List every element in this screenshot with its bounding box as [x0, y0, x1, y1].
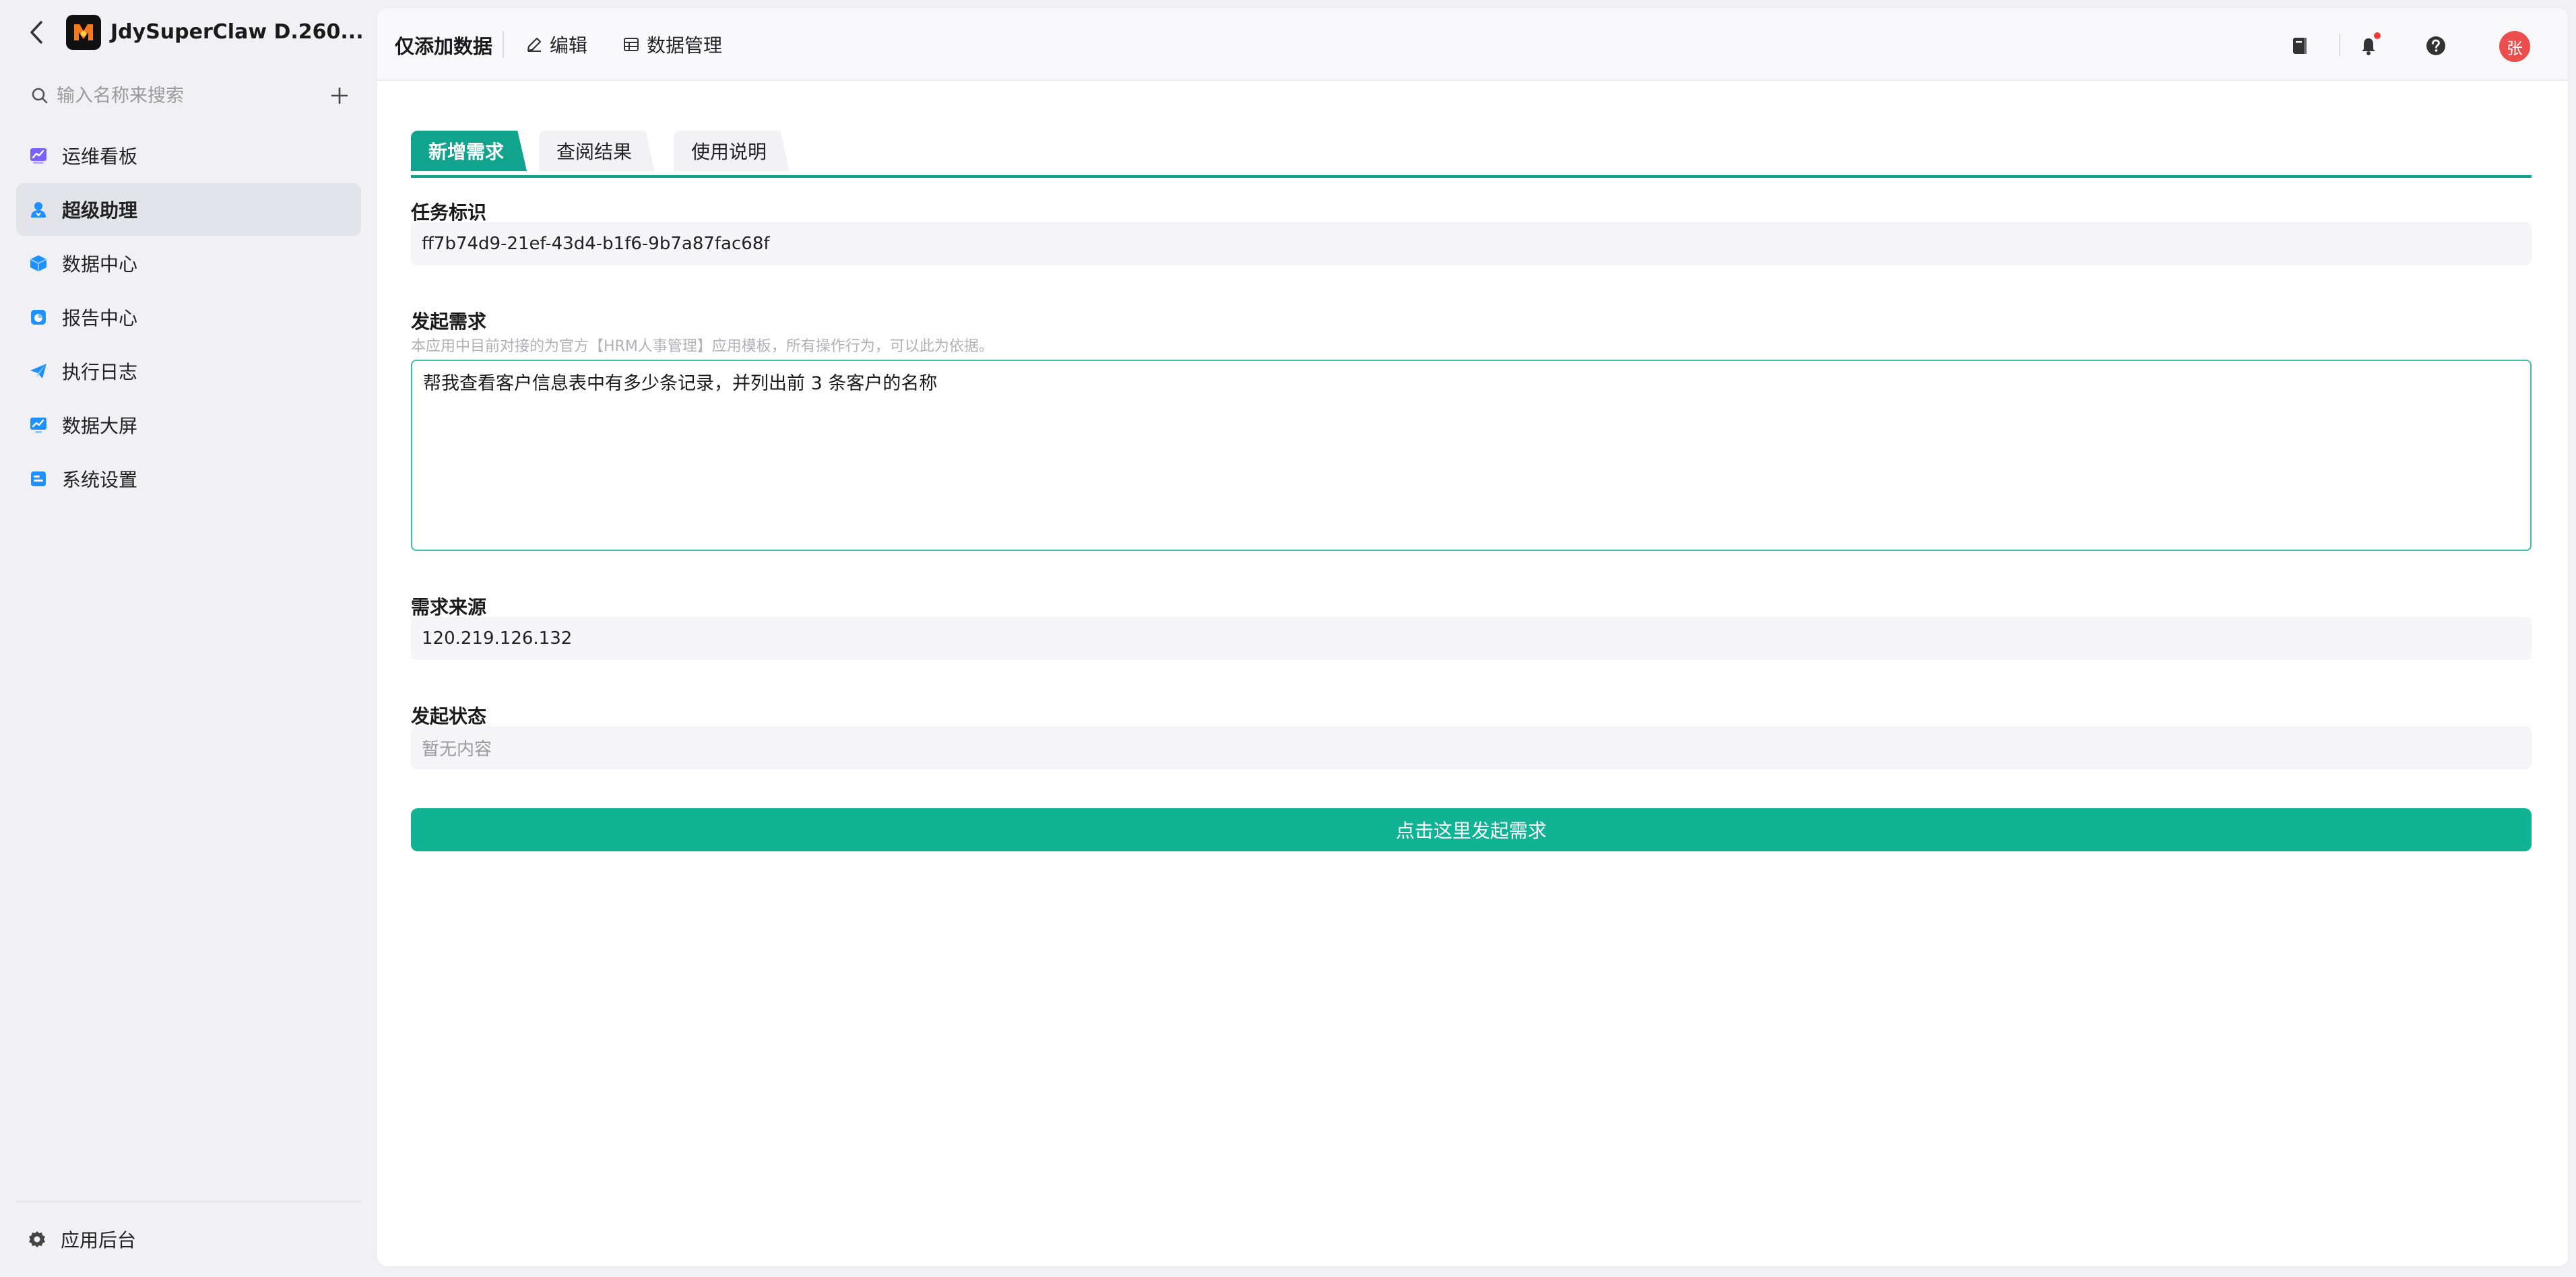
topbar: 仅添加数据 编辑 数据管理 张: [377, 8, 2568, 81]
request-textarea[interactable]: 帮我查看客户信息表中有多少条记录，并列出前 3 条客户的名称: [411, 360, 2532, 551]
edit-label: 编辑: [550, 34, 588, 57]
sidebar-item-label: 执行日志: [62, 361, 138, 383]
data-manage-button[interactable]: 数据管理: [621, 27, 722, 62]
app-header: JdySuperClaw D.260...: [0, 0, 375, 67]
sidebar-search: [30, 79, 353, 112]
sidebar-item-data-screen[interactable]: 数据大屏: [16, 399, 361, 451]
settings-doc-icon: [28, 469, 49, 489]
status-field[interactable]: 暂无内容: [411, 726, 2532, 769]
main-panel: 仅添加数据 编辑 数据管理 张 新增需求 查阅结果 使用说明 任务标识 ff7b…: [377, 8, 2568, 1266]
tab-instructions[interactable]: 使用说明: [674, 131, 790, 171]
help-icon[interactable]: [2422, 32, 2449, 59]
app-title: JdySuperClaw D.260...: [110, 20, 364, 44]
sidebar-nav: 运维看板 超级助理 数据中心 报告中心 执行日志 数据大屏 系统设置: [16, 129, 361, 506]
sidebar-footer-label: 应用后台: [61, 1229, 137, 1251]
sidebar-item-report-center[interactable]: 报告中心: [16, 291, 361, 343]
back-icon[interactable]: [24, 18, 49, 47]
tab-bar: 新增需求 查阅结果 使用说明: [411, 123, 2532, 178]
task-id-label: 任务标识: [411, 201, 487, 224]
sidebar-item-system-settings[interactable]: 系统设置: [16, 453, 361, 505]
sidebar-item-app-backend[interactable]: 应用后台: [27, 1222, 136, 1257]
avatar[interactable]: 张: [2499, 31, 2530, 62]
sidebar-item-ops-dashboard[interactable]: 运维看板: [16, 129, 361, 182]
search-icon: [30, 86, 50, 106]
sidebar-item-label: 系统设置: [62, 469, 138, 491]
data-manage-label: 数据管理: [647, 34, 723, 57]
submit-request-button[interactable]: 点击这里发起需求: [411, 808, 2532, 851]
app-logo: [66, 15, 101, 50]
send-plane-icon: [28, 361, 49, 381]
notification-dot: [2374, 32, 2381, 39]
sidebar-item-label: 数据大屏: [62, 415, 138, 437]
sidebar-divider: [16, 1201, 361, 1202]
sidebar-item-label: 超级助理: [62, 199, 138, 222]
page-title: 仅添加数据: [395, 35, 493, 58]
data-cube-icon: [28, 253, 49, 273]
table-icon: [621, 34, 641, 55]
request-label: 发起需求: [411, 310, 487, 333]
source-label: 需求来源: [411, 596, 487, 618]
add-icon[interactable]: [326, 82, 353, 109]
screen-chart-icon: [28, 415, 49, 435]
gear-icon: [27, 1229, 47, 1249]
edit-button[interactable]: 编辑: [524, 27, 587, 62]
topbar-right-divider: [2339, 34, 2340, 57]
assistant-user-icon: [28, 199, 49, 220]
source-field[interactable]: 120.219.126.132: [411, 617, 2532, 660]
sidebar-item-label: 运维看板: [62, 145, 138, 168]
tab-new-request[interactable]: 新增需求: [411, 131, 527, 171]
sidebar-item-label: 报告中心: [62, 307, 138, 329]
sidebar-item-super-assistant[interactable]: 超级助理: [16, 183, 361, 236]
sidebar: JdySuperClaw D.260... 运维看板 超级助理 数据中: [0, 0, 375, 1277]
request-hint: 本应用中目前对接的为官方【HRM人事管理】应用模板，所有操作行为，可以此为依据。: [411, 338, 994, 355]
report-icon: [28, 307, 49, 327]
sidebar-item-data-center[interactable]: 数据中心: [16, 237, 361, 290]
search-input[interactable]: [57, 85, 313, 106]
notebook-icon[interactable]: [2286, 32, 2313, 59]
sidebar-item-execution-log[interactable]: 执行日志: [16, 345, 361, 397]
tab-view-results[interactable]: 查阅结果: [539, 131, 655, 171]
edit-pencil-icon: [524, 34, 544, 55]
sidebar-item-label: 数据中心: [62, 253, 138, 275]
topbar-divider: [503, 31, 504, 58]
bell-icon[interactable]: [2355, 32, 2382, 59]
dashboard-chart-icon: [28, 145, 49, 166]
task-id-field[interactable]: ff7b74d9-21ef-43d4-b1f6-9b7a87fac68f: [411, 222, 2532, 265]
status-label: 发起状态: [411, 705, 487, 727]
